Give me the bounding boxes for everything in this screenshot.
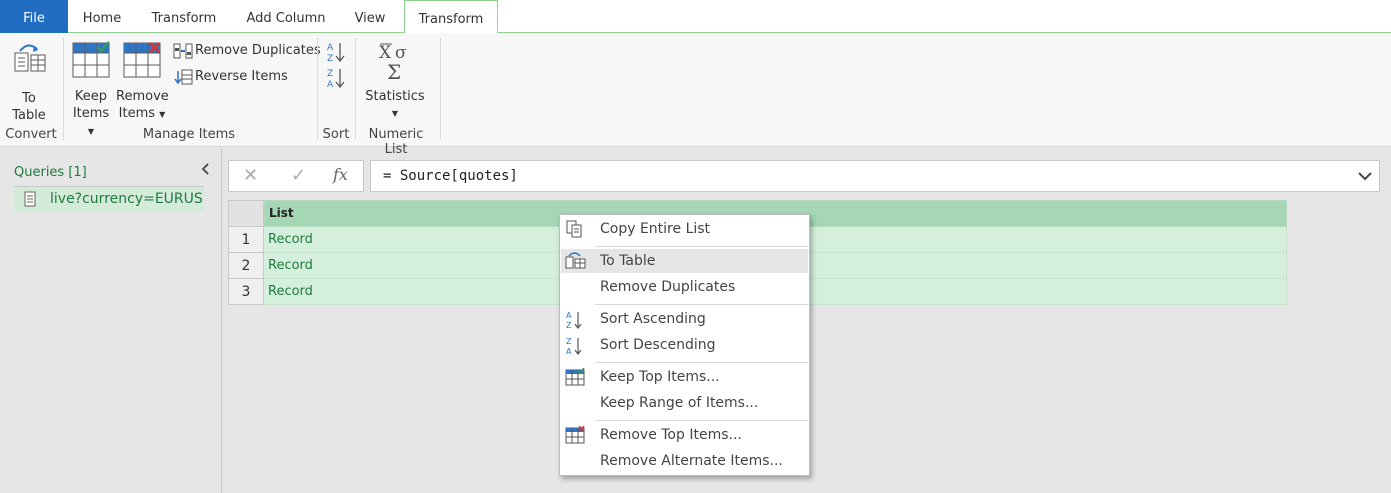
row-number: 1 bbox=[228, 227, 264, 253]
group-separator bbox=[63, 38, 64, 140]
tab-transform[interactable]: Transform bbox=[144, 0, 224, 33]
reverse-items-button[interactable]: Reverse Items bbox=[173, 67, 288, 87]
to-table-icon bbox=[14, 44, 46, 72]
reverse-items-icon bbox=[174, 69, 193, 85]
menu-item-remove-duplicates[interactable]: Remove Duplicates bbox=[561, 275, 808, 299]
svg-text:Z: Z bbox=[566, 337, 572, 346]
row-number: 3 bbox=[228, 279, 264, 305]
formula-input[interactable]: = Source[quotes] bbox=[370, 160, 1380, 192]
svg-text:Σ: Σ bbox=[387, 60, 401, 81]
menu-separator bbox=[595, 362, 808, 363]
sort-descending-icon: Z A bbox=[566, 337, 582, 356]
menu-item-remove-top-items[interactable]: Remove Top Items... bbox=[561, 423, 808, 447]
menu-separator bbox=[595, 246, 808, 247]
grid-corner[interactable] bbox=[228, 200, 264, 227]
menu-item-label: Sort Descending bbox=[600, 337, 716, 353]
statistics-label: Statistics bbox=[365, 89, 425, 104]
statistics-icon: X σ Σ bbox=[379, 43, 407, 84]
svg-text:A: A bbox=[566, 347, 572, 356]
to-table-label-1: To bbox=[22, 91, 36, 106]
menu-item-sort-descending[interactable]: Z A Sort Descending bbox=[561, 333, 808, 357]
menu-item-label: Keep Top Items... bbox=[600, 369, 720, 385]
keep-items-icon bbox=[72, 41, 110, 78]
remove-top-icon bbox=[565, 426, 585, 444]
commit-icon[interactable]: ✓ bbox=[291, 165, 306, 186]
ribbon: To Table Convert Keep Items ▼ Remove Ite… bbox=[0, 33, 1391, 157]
group-separator bbox=[317, 38, 318, 140]
cancel-icon[interactable]: ✕ bbox=[243, 165, 258, 186]
formula-text: = Source[quotes] bbox=[383, 168, 518, 184]
to-table-label-2: Table bbox=[12, 108, 46, 123]
remove-items-label-1: Remove bbox=[116, 89, 169, 104]
group-label-numeric-list: Numeric List bbox=[368, 127, 424, 157]
chevron-down-icon: ▼ bbox=[159, 110, 166, 119]
menu-separator bbox=[595, 420, 808, 421]
remove-items-label-2: Items ▼ bbox=[118, 106, 166, 121]
tab-file[interactable]: File bbox=[0, 0, 68, 33]
chevron-down-icon: ▼ bbox=[391, 109, 399, 118]
menu-item-label: To Table bbox=[600, 253, 656, 269]
reverse-items-label: Reverse Items bbox=[195, 69, 288, 84]
group-label-manage-items: Manage Items bbox=[142, 127, 236, 142]
remove-duplicates-label: Remove Duplicates bbox=[195, 43, 321, 58]
menu-item-label: Remove Duplicates bbox=[600, 279, 736, 295]
svg-text:Z: Z bbox=[566, 321, 572, 330]
copy-icon bbox=[566, 220, 582, 238]
tab-view[interactable]: View bbox=[344, 0, 396, 33]
svg-text:Z: Z bbox=[327, 69, 333, 79]
menu-item-label: Remove Top Items... bbox=[600, 427, 742, 443]
tab-home[interactable]: Home bbox=[70, 0, 134, 33]
fx-icon[interactable]: fx bbox=[333, 165, 348, 184]
query-item-label: live?currency=EURUS... bbox=[50, 191, 204, 207]
chevron-down-icon[interactable] bbox=[1357, 169, 1373, 183]
query-item[interactable]: live?currency=EURUS... bbox=[14, 186, 204, 212]
to-table-icon bbox=[565, 252, 586, 269]
group-label-sort: Sort bbox=[322, 127, 350, 142]
ribbon-tab-bar: File Home Transform Add Column View Tran… bbox=[0, 0, 1391, 34]
group-label-convert: Convert bbox=[5, 127, 57, 142]
svg-text:Z: Z bbox=[327, 54, 333, 63]
statistics-button[interactable]: X σ Σ Statistics ▼ bbox=[364, 41, 426, 122]
menu-item-keep-range-of-items[interactable]: Keep Range of Items... bbox=[561, 391, 808, 415]
remove-items-button[interactable]: Remove Items ▼ bbox=[116, 41, 169, 123]
sort-descending-button[interactable]: Z A bbox=[326, 67, 346, 90]
keep-items-label-1: Keep bbox=[74, 89, 108, 104]
menu-item-label: Copy Entire List bbox=[600, 221, 711, 237]
context-menu: Copy Entire List To Table Remove Duplica… bbox=[559, 214, 810, 476]
sort-ascending-button[interactable]: A Z bbox=[326, 41, 346, 64]
menu-separator bbox=[595, 304, 808, 305]
remove-duplicates-icon bbox=[173, 43, 193, 59]
sort-ascending-icon: A Z bbox=[327, 43, 345, 64]
sort-descending-icon: Z A bbox=[327, 69, 345, 90]
menu-item-label: Sort Ascending bbox=[600, 311, 706, 327]
chevron-left-icon[interactable] bbox=[199, 162, 213, 176]
remove-items-icon bbox=[123, 42, 161, 78]
sort-ascending-icon: A Z bbox=[566, 311, 582, 330]
svg-text:A: A bbox=[327, 80, 334, 89]
menu-item-label: Remove Alternate Items... bbox=[600, 453, 783, 469]
queries-title: Queries [1] bbox=[14, 165, 87, 180]
keep-top-icon bbox=[565, 368, 585, 386]
row-number: 2 bbox=[228, 253, 264, 279]
menu-item-sort-ascending[interactable]: A Z Sort Ascending bbox=[561, 307, 808, 331]
remove-duplicates-button[interactable]: Remove Duplicates bbox=[173, 41, 321, 61]
to-table-button[interactable]: To Table bbox=[6, 41, 52, 124]
tab-list-tools-transform[interactable]: Transform bbox=[404, 0, 498, 34]
menu-item-copy-entire-list[interactable]: Copy Entire List bbox=[561, 217, 808, 241]
svg-text:A: A bbox=[327, 43, 334, 53]
menu-item-label: Keep Range of Items... bbox=[600, 395, 759, 411]
list-query-icon bbox=[24, 191, 36, 207]
keep-items-button[interactable]: Keep Items ▼ bbox=[68, 41, 114, 140]
tab-add-column[interactable]: Add Column bbox=[236, 0, 336, 33]
menu-item-keep-top-items[interactable]: Keep Top Items... bbox=[561, 365, 808, 389]
svg-text:A: A bbox=[566, 311, 572, 320]
group-separator bbox=[355, 38, 356, 140]
menu-item-to-table[interactable]: To Table bbox=[561, 249, 808, 273]
queries-pane: Queries [1] live?currency=EURUS... bbox=[0, 148, 222, 493]
menu-item-remove-alternate-items[interactable]: Remove Alternate Items... bbox=[561, 449, 808, 473]
group-separator bbox=[440, 38, 441, 140]
formula-bar-buttons: ✕ ✓ fx bbox=[228, 160, 364, 192]
